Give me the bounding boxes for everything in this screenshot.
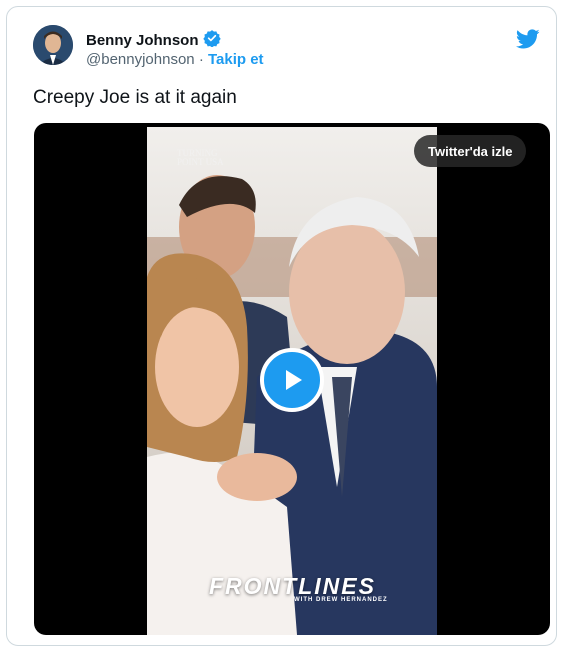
tweet-text: Creepy Joe is at it again <box>33 87 237 108</box>
verified-badge-icon <box>202 29 221 52</box>
play-icon <box>286 370 302 390</box>
watch-on-twitter-button[interactable]: Twitter'da izle <box>414 135 527 167</box>
play-button[interactable] <box>260 348 324 412</box>
video-brand-title: FRONTLINES <box>209 573 376 599</box>
tweet-card[interactable]: Benny Johnson @bennyjohnson · Takip et C… <box>6 6 557 646</box>
follow-button[interactable]: Takip et <box>208 51 264 68</box>
author-display-name[interactable]: Benny Johnson <box>86 32 199 49</box>
author-handle[interactable]: @bennyjohnson <box>86 51 195 68</box>
avatar[interactable] <box>33 25 73 65</box>
video-logo-line-2: POINT USA <box>177 157 224 167</box>
video-logo: TURNING POINT USA <box>177 149 224 167</box>
video-brand-subtitle: WITH DREW HERNANDEZ <box>294 597 388 603</box>
author-handle-row: @bennyjohnson · Takip et <box>86 51 264 68</box>
twitter-bird-icon[interactable] <box>515 27 540 51</box>
video-player[interactable]: TURNING POINT USA FRONTLINES WITH DREW H… <box>34 123 550 635</box>
author-name-row: Benny Johnson <box>86 29 221 52</box>
separator-dot: · <box>198 51 204 68</box>
